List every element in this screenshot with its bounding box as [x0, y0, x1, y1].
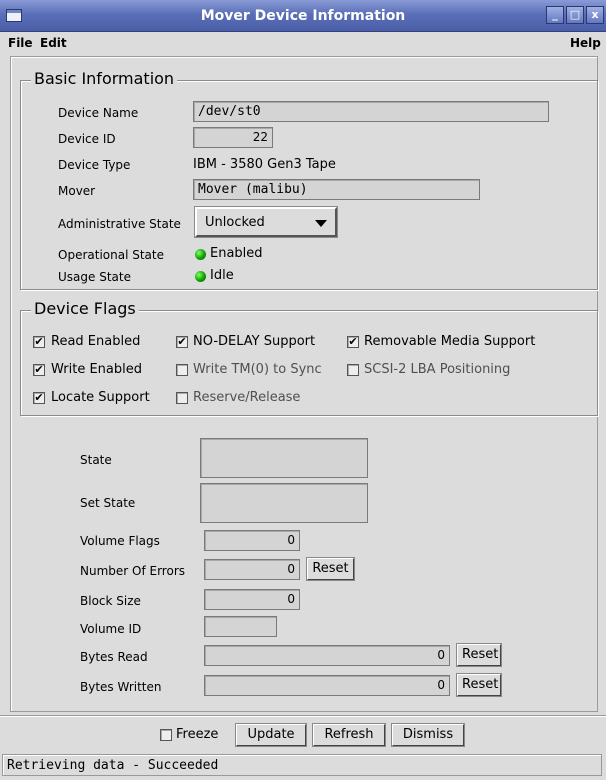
menu-help[interactable]: Help — [570, 36, 601, 50]
write-tm-label: Write TM(0) to Sync — [193, 362, 322, 377]
window-title: Mover Device Information — [200, 8, 406, 24]
reset-bytes-written-button[interactable]: Reset — [456, 673, 502, 697]
usage-state-value: Idle — [210, 268, 234, 283]
menu-edit[interactable]: Edit — [40, 36, 67, 50]
status-led-icon — [195, 249, 206, 260]
device-flags-legend: Device Flags — [31, 299, 139, 318]
title-bar[interactable]: Mover Device Information _ □ x — [0, 0, 606, 32]
locate-support-label: Locate Support — [51, 390, 150, 405]
block-size-label: Block Size — [80, 594, 141, 608]
menu-bar: File Edit Help — [0, 32, 606, 54]
volume-id-label: Volume ID — [80, 622, 142, 636]
write-enabled-checkbox[interactable]: ✔ — [33, 364, 45, 376]
block-size-field[interactable]: 0 — [204, 589, 300, 610]
freeze-label: Freeze — [176, 727, 219, 742]
device-id-field[interactable]: 22 — [193, 127, 273, 148]
removable-media-label: Removable Media Support — [364, 334, 536, 349]
removable-media-checkbox[interactable]: ✔ — [347, 336, 359, 348]
read-enabled-checkbox[interactable]: ✔ — [33, 336, 45, 348]
usage-state-label: Usage State — [58, 270, 131, 284]
basic-info-legend: Basic Information — [31, 69, 178, 88]
reset-bytes-read-button[interactable]: Reset — [456, 643, 502, 667]
chevron-down-icon — [315, 220, 327, 227]
scsi-lba-label: SCSI-2 LBA Positioning — [364, 362, 511, 377]
minimize-icon[interactable]: _ — [546, 6, 564, 24]
footer-separator — [0, 715, 606, 717]
device-name-label: Device Name — [58, 106, 139, 120]
device-name-field[interactable]: /dev/st0 — [193, 101, 549, 122]
num-errors-label: Number Of Errors — [80, 564, 186, 578]
op-state-label: Operational State — [58, 248, 164, 262]
state-box — [200, 438, 368, 478]
freeze-checkbox[interactable] — [160, 729, 172, 741]
admin-state-label: Administrative State — [58, 217, 181, 231]
update-button[interactable]: Update — [235, 723, 307, 747]
menu-file[interactable]: File — [8, 36, 33, 50]
volume-flags-label: Volume Flags — [80, 534, 160, 548]
refresh-button[interactable]: Refresh — [312, 723, 386, 747]
state-label: State — [80, 453, 112, 467]
bytes-written-label: Bytes Written — [80, 680, 162, 694]
no-delay-label: NO-DELAY Support — [193, 334, 316, 349]
reserve-release-checkbox[interactable] — [176, 392, 188, 404]
read-enabled-label: Read Enabled — [51, 334, 141, 349]
volume-id-field[interactable] — [204, 616, 277, 637]
mover-label: Mover — [58, 184, 96, 198]
mover-field[interactable]: Mover (malibu) — [193, 179, 480, 200]
write-enabled-label: Write Enabled — [51, 362, 142, 377]
bytes-written-field[interactable]: 0 — [204, 675, 450, 696]
set-state-label: Set State — [80, 496, 136, 510]
num-errors-field[interactable]: 0 — [204, 559, 300, 580]
device-type-label: Device Type — [58, 158, 131, 172]
locate-support-checkbox[interactable]: ✔ — [33, 392, 45, 404]
status-bar: Retrieving data - Succeeded — [2, 754, 602, 776]
dismiss-button[interactable]: Dismiss — [391, 723, 465, 747]
reserve-release-label: Reserve/Release — [193, 390, 301, 405]
status-led-icon — [195, 271, 206, 282]
device-type-value: IBM - 3580 Gen3 Tape — [193, 157, 336, 172]
bytes-read-field[interactable]: 0 — [204, 645, 450, 666]
maximize-icon[interactable]: □ — [566, 6, 584, 24]
no-delay-checkbox[interactable]: ✔ — [176, 336, 188, 348]
device-id-label: Device ID — [58, 132, 116, 146]
admin-state-select[interactable]: Unlocked — [194, 206, 338, 238]
close-icon[interactable]: x — [586, 6, 604, 24]
op-state-value: Enabled — [210, 246, 263, 261]
write-tm-checkbox[interactable] — [176, 364, 188, 376]
admin-state-value: Unlocked — [205, 215, 265, 230]
set-state-box[interactable] — [200, 483, 368, 523]
bytes-read-label: Bytes Read — [80, 650, 148, 664]
scsi-lba-checkbox[interactable] — [347, 364, 359, 376]
volume-flags-field[interactable]: 0 — [204, 530, 300, 551]
reset-errors-button[interactable]: Reset — [306, 557, 355, 581]
